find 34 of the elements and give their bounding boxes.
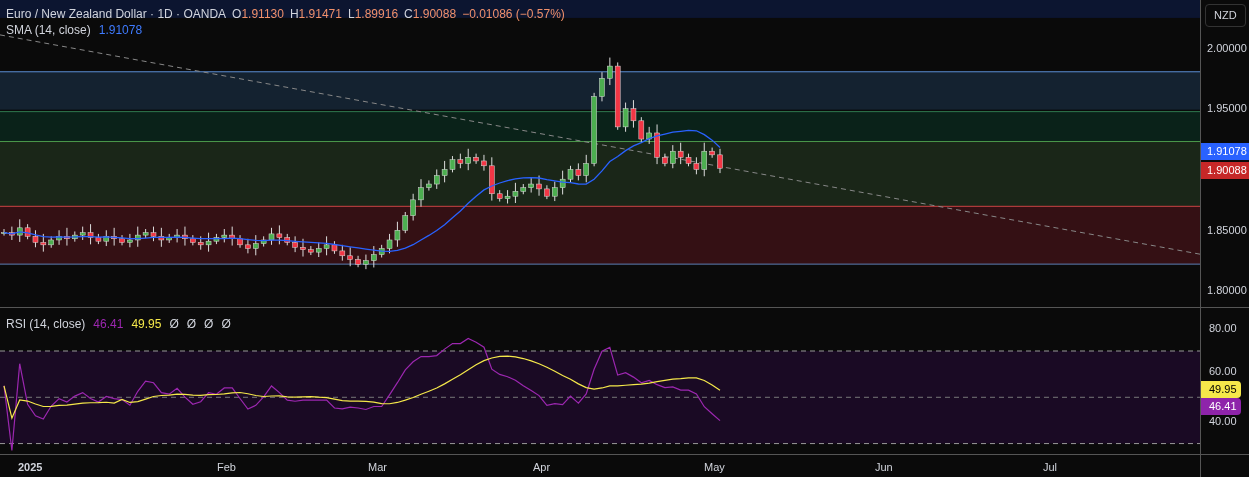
ohlc-value: H1.91471	[289, 6, 342, 23]
indicator-name: RSI (14, close)	[6, 316, 86, 333]
price-tick-label: 2.00000	[1207, 41, 1247, 56]
time-axis-label: Feb	[217, 460, 236, 475]
price-change: −0.01086 (−0.57%)	[462, 6, 565, 23]
ohlc-value: O1.91130	[232, 6, 284, 23]
symbol-title: Euro / New Zealand Dollar · 1D · OANDA	[6, 6, 227, 23]
indicator-value: Ø	[186, 316, 197, 333]
price-tick-label: 1.85000	[1207, 223, 1247, 238]
indicator-name: SMA (14, close)	[6, 22, 91, 39]
rsi-tick-label: 40.00	[1209, 414, 1237, 429]
indicator-value: 1.91078	[98, 22, 143, 39]
price-tick-label: 1.80000	[1207, 283, 1247, 298]
rsi-tick-label: 60.00	[1209, 364, 1237, 379]
time-axis-label: Jul	[1043, 460, 1058, 475]
time-axis-label: 2025	[18, 460, 43, 475]
indicator-value: 49.95	[131, 316, 162, 333]
time-axis-label: May	[704, 460, 725, 475]
indicator-value: 46.41	[93, 316, 124, 333]
rsi-badge: 46.41	[1201, 398, 1241, 415]
price-badge: 1.90088	[1201, 162, 1249, 179]
price-tick-label: 1.95000	[1207, 101, 1247, 116]
time-axis-label: Jun	[875, 460, 893, 475]
indicator-value: Ø	[221, 316, 231, 333]
time-axis-label: Apr	[533, 460, 551, 475]
time-axis-label: Mar	[368, 460, 387, 475]
ohlc-value: L1.89916	[348, 6, 399, 23]
rsi-badge: 49.95	[1201, 381, 1241, 398]
currency-button[interactable]: NZD	[1205, 4, 1246, 27]
indicator-value: Ø	[204, 316, 214, 333]
ohlc-value: C1.90088	[404, 6, 457, 23]
rsi-tick-label: 80.00	[1209, 321, 1237, 336]
indicator-value: Ø	[169, 316, 179, 333]
price-badge: 1.91078	[1201, 143, 1249, 160]
